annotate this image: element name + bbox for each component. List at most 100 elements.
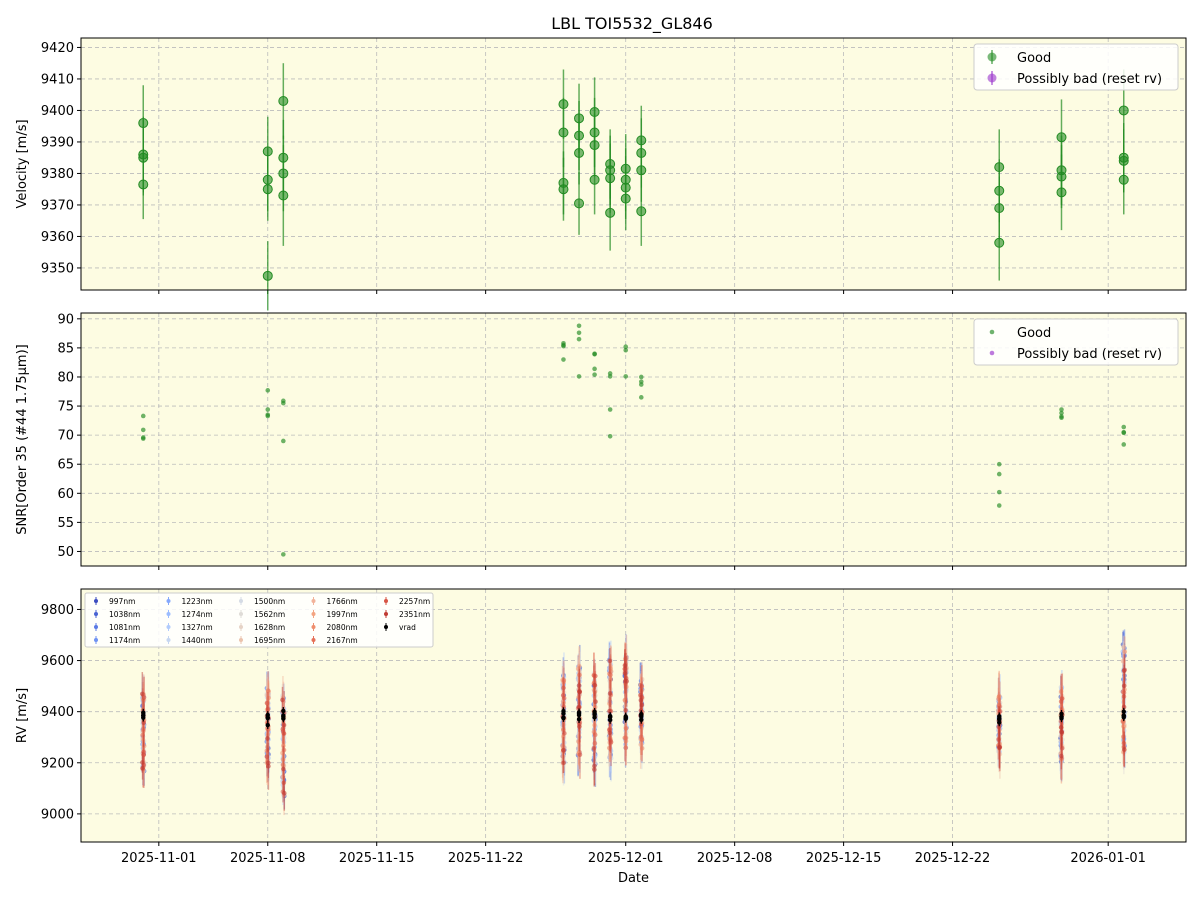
y-tick-label: 60 xyxy=(57,487,74,502)
y-tick-label: 75 xyxy=(57,400,74,415)
data-point xyxy=(638,374,644,380)
y-tick-label: 9800 xyxy=(41,603,74,618)
data-point xyxy=(996,471,1002,477)
legend-marker xyxy=(166,599,171,603)
data-point xyxy=(589,174,600,185)
data-point xyxy=(265,407,271,412)
y-axis-label: SNR[Order 35 (#44 1.75μm)] xyxy=(15,344,30,535)
data-point xyxy=(636,165,647,176)
y-axis-label: RV [m/s] xyxy=(15,688,30,743)
legend-label: 1327nm xyxy=(182,623,213,632)
legend-marker xyxy=(311,612,316,616)
data-point xyxy=(561,343,566,349)
band-point xyxy=(140,760,145,765)
data-point xyxy=(138,179,149,190)
band-point xyxy=(280,697,285,703)
data-point xyxy=(607,407,613,412)
y-axis-label: Velocity [m/s] xyxy=(15,119,30,208)
data-point xyxy=(281,552,286,557)
legend-marker xyxy=(94,638,98,642)
legend-marker xyxy=(311,638,316,642)
data-point xyxy=(638,382,644,387)
y-tick-label: 9370 xyxy=(41,198,74,213)
legend-label: vrad xyxy=(399,623,416,632)
y-tick-label: 80 xyxy=(57,370,74,385)
vrad-point xyxy=(561,715,566,721)
band-point xyxy=(560,693,566,698)
y-tick-label: 9420 xyxy=(41,41,74,56)
x-tick-label: 2025-12-01 xyxy=(588,851,664,866)
legend-marker xyxy=(94,625,98,629)
rv-panel: 9000 9200 9400 9600 9800 2025-11-01 2025-11-08… xyxy=(15,588,1187,886)
vrad-point xyxy=(141,715,146,720)
legend-label: Possibly bad (reset rv) xyxy=(1017,347,1162,362)
data-point xyxy=(262,184,273,195)
legend-label: 1174nm xyxy=(109,636,140,645)
band-point xyxy=(607,730,613,736)
data-point xyxy=(1118,105,1129,116)
x-tick-label: 2025-12-22 xyxy=(915,851,991,866)
y-tick-label: 9400 xyxy=(41,104,74,119)
x-tick-label: 2025-11-01 xyxy=(121,851,197,866)
chart-canvas: LBL TOI5532_GL846 9350 9360 9370 9380 9390 94… xyxy=(15,14,1187,886)
data-point xyxy=(140,427,146,433)
legend-marker xyxy=(239,638,243,642)
legend-marker xyxy=(987,73,997,83)
data-point xyxy=(265,413,271,419)
x-tick-label: 2025-11-08 xyxy=(230,851,306,866)
y-tick-label: 65 xyxy=(57,458,74,473)
band-point xyxy=(622,670,628,676)
legend-marker xyxy=(311,599,316,603)
band-point xyxy=(1058,699,1064,704)
band-point xyxy=(1059,729,1064,735)
y-tick-label: 9000 xyxy=(41,807,74,822)
data-point xyxy=(636,206,647,217)
data-point xyxy=(996,461,1002,467)
vrad-point xyxy=(639,717,644,723)
vrad-point xyxy=(1059,716,1064,721)
legend-label: 1562nm xyxy=(254,610,285,619)
data-point xyxy=(623,347,629,353)
data-point xyxy=(592,372,597,377)
legend-marker xyxy=(311,625,316,629)
data-point xyxy=(1121,442,1127,447)
band-point xyxy=(265,760,271,766)
band-point xyxy=(1059,753,1064,759)
data-point xyxy=(994,237,1005,248)
legend-label: 1274nm xyxy=(182,610,213,619)
legend-label: 1440nm xyxy=(182,636,213,645)
data-point xyxy=(265,388,271,393)
data-point xyxy=(605,207,616,218)
y-tick-label: 9380 xyxy=(41,167,74,182)
y-tick-label: 55 xyxy=(57,516,74,531)
data-point xyxy=(592,366,597,372)
band-point xyxy=(592,682,597,688)
legend-marker xyxy=(166,638,171,642)
band-point xyxy=(623,726,629,731)
y-tick-label: 50 xyxy=(57,545,74,560)
data-point xyxy=(558,184,569,195)
vrad-point xyxy=(1121,715,1126,720)
data-point xyxy=(140,413,146,419)
data-point xyxy=(576,323,582,329)
band-point xyxy=(607,708,612,714)
data-point xyxy=(607,374,613,379)
data-point xyxy=(574,147,585,158)
y-tick-label: 9390 xyxy=(41,135,74,150)
legend-marker xyxy=(166,612,171,616)
data-point xyxy=(1056,187,1067,198)
x-tick-label: 2025-12-08 xyxy=(697,851,773,866)
vrad-point xyxy=(592,715,597,720)
y-tick-label: 9200 xyxy=(41,756,74,771)
vrad-point xyxy=(281,716,286,721)
legend-label: 997nm xyxy=(109,597,135,606)
vrad-point xyxy=(576,717,582,722)
band-point xyxy=(265,736,270,741)
band-point xyxy=(281,766,286,772)
vrad-point xyxy=(265,715,270,721)
band-point xyxy=(592,767,597,772)
y-tick-label: 9360 xyxy=(41,230,74,245)
band-point xyxy=(140,691,145,697)
y-tick-label: 9350 xyxy=(41,261,74,276)
legend-marker xyxy=(239,625,243,629)
